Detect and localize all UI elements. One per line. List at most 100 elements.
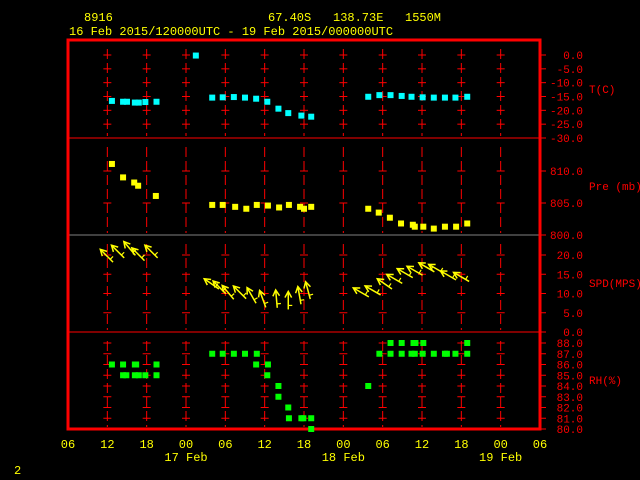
pressure-point	[301, 205, 307, 212]
temperature-point	[209, 94, 216, 101]
relative_humidity-point	[464, 350, 471, 357]
pressure-point	[209, 201, 216, 208]
temperature-point	[219, 94, 226, 101]
pressure-point	[375, 209, 382, 216]
y-tick-label: 10.0	[557, 290, 583, 302]
temperature-point	[452, 94, 459, 101]
y-tick-label: -5.0	[557, 65, 583, 77]
temperature-point	[275, 105, 282, 112]
x-tick-label: 00	[336, 438, 350, 452]
pressure-point	[441, 223, 448, 230]
pressure-point	[430, 225, 437, 232]
pressure-point	[243, 205, 250, 212]
wind-arrow	[294, 285, 305, 305]
relative_humidity-point	[123, 372, 130, 379]
pressure-point	[264, 202, 271, 209]
relative_humidity-point	[253, 350, 260, 357]
y-tick-label: 5.0	[563, 309, 583, 321]
temperature-point	[192, 52, 199, 59]
x-tick-label: 00	[493, 438, 507, 452]
y-tick-label: 810.0	[550, 167, 583, 179]
relative_humidity-point	[443, 350, 450, 357]
x-date-label: 17 Feb	[164, 451, 207, 465]
pressure-point	[135, 182, 142, 189]
x-tick-label: 18	[139, 438, 153, 452]
temperature-point	[365, 93, 372, 100]
relative_humidity-point	[376, 350, 383, 357]
x-tick-label: 06	[61, 438, 75, 452]
relative_humidity-point	[230, 350, 237, 357]
temperature-point	[230, 94, 237, 101]
wind-arrow	[130, 246, 146, 262]
relative_humidity-point	[420, 340, 427, 346]
temperature-point	[142, 99, 149, 106]
pressure-point	[120, 174, 127, 181]
relative_humidity-point	[108, 361, 115, 368]
x-tick-label: 00	[179, 438, 193, 452]
pressure-point	[232, 203, 239, 210]
relative_humidity-point	[285, 415, 292, 422]
pressure-point	[398, 220, 405, 227]
pressure-point	[152, 192, 159, 199]
panel-label-relative_humidity: RH(%)	[589, 376, 622, 388]
temperature-point	[464, 93, 471, 100]
wind-arrow	[363, 285, 382, 296]
relative_humidity-point	[275, 383, 282, 389]
y-tick-label: -20.0	[550, 106, 583, 118]
wind-arrow	[257, 288, 269, 308]
relative_humidity-point	[398, 350, 405, 357]
panel-label-wind_speed: SPD(MPS)	[589, 279, 640, 291]
relative_humidity-point	[135, 372, 142, 379]
temperature-point	[108, 97, 115, 104]
relative_humidity-point	[153, 372, 160, 379]
temperature-point	[308, 113, 315, 120]
temperature-point	[153, 98, 160, 105]
panel-label-pressure: Pre (mb)	[589, 182, 640, 194]
relative_humidity-point	[219, 350, 226, 357]
pressure-point	[420, 223, 427, 230]
wind-arrow	[405, 265, 423, 276]
y-tick-label: 80.0	[557, 425, 583, 437]
relative_humidity-point	[412, 340, 419, 346]
relative_humidity-point	[387, 340, 394, 346]
x-tick-label: 12	[257, 438, 271, 452]
wind-arrow	[143, 244, 159, 259]
temperature-point	[408, 93, 415, 100]
pressure-point	[276, 204, 283, 211]
relative_humidity-point	[209, 350, 216, 357]
y-tick-label: -30.0	[550, 134, 583, 146]
temperature-point	[398, 92, 405, 99]
x-tick-label: 18	[297, 438, 311, 452]
relative_humidity-point	[430, 350, 437, 357]
panel-label-temperature: T(C)	[589, 85, 615, 97]
x-tick-label: 06	[533, 438, 547, 452]
pressure-point	[285, 201, 292, 208]
wind-arrow	[232, 284, 247, 300]
x-date-label: 19 Feb	[479, 451, 522, 465]
relative_humidity-point	[153, 361, 160, 368]
relative_humidity-point	[411, 350, 418, 357]
temperature-point	[419, 94, 426, 101]
y-tick-label: 800.0	[550, 231, 583, 243]
pressure-point	[386, 214, 393, 221]
x-tick-label: 06	[375, 438, 389, 452]
wind-arrow	[303, 280, 314, 300]
wind-arrow	[284, 289, 293, 310]
wind-arrow	[272, 288, 281, 308]
relative_humidity-point	[133, 361, 140, 368]
y-tick-label: 20.0	[557, 251, 583, 263]
temperature-point	[264, 98, 271, 105]
pressure-point	[308, 203, 315, 210]
relative_humidity-point	[308, 426, 315, 432]
wind-arrow	[99, 248, 114, 263]
y-tick-label: 15.0	[557, 270, 583, 282]
x-tick-label: 18	[454, 438, 468, 452]
wind-arrow	[395, 267, 414, 279]
temperature-point	[124, 98, 130, 105]
temperature-point	[387, 92, 394, 99]
temperature-point	[135, 99, 142, 106]
temperature-point	[253, 95, 260, 102]
x-date-label: 18 Feb	[322, 451, 365, 465]
relative_humidity-point	[308, 415, 315, 422]
temperature-point	[285, 110, 292, 117]
